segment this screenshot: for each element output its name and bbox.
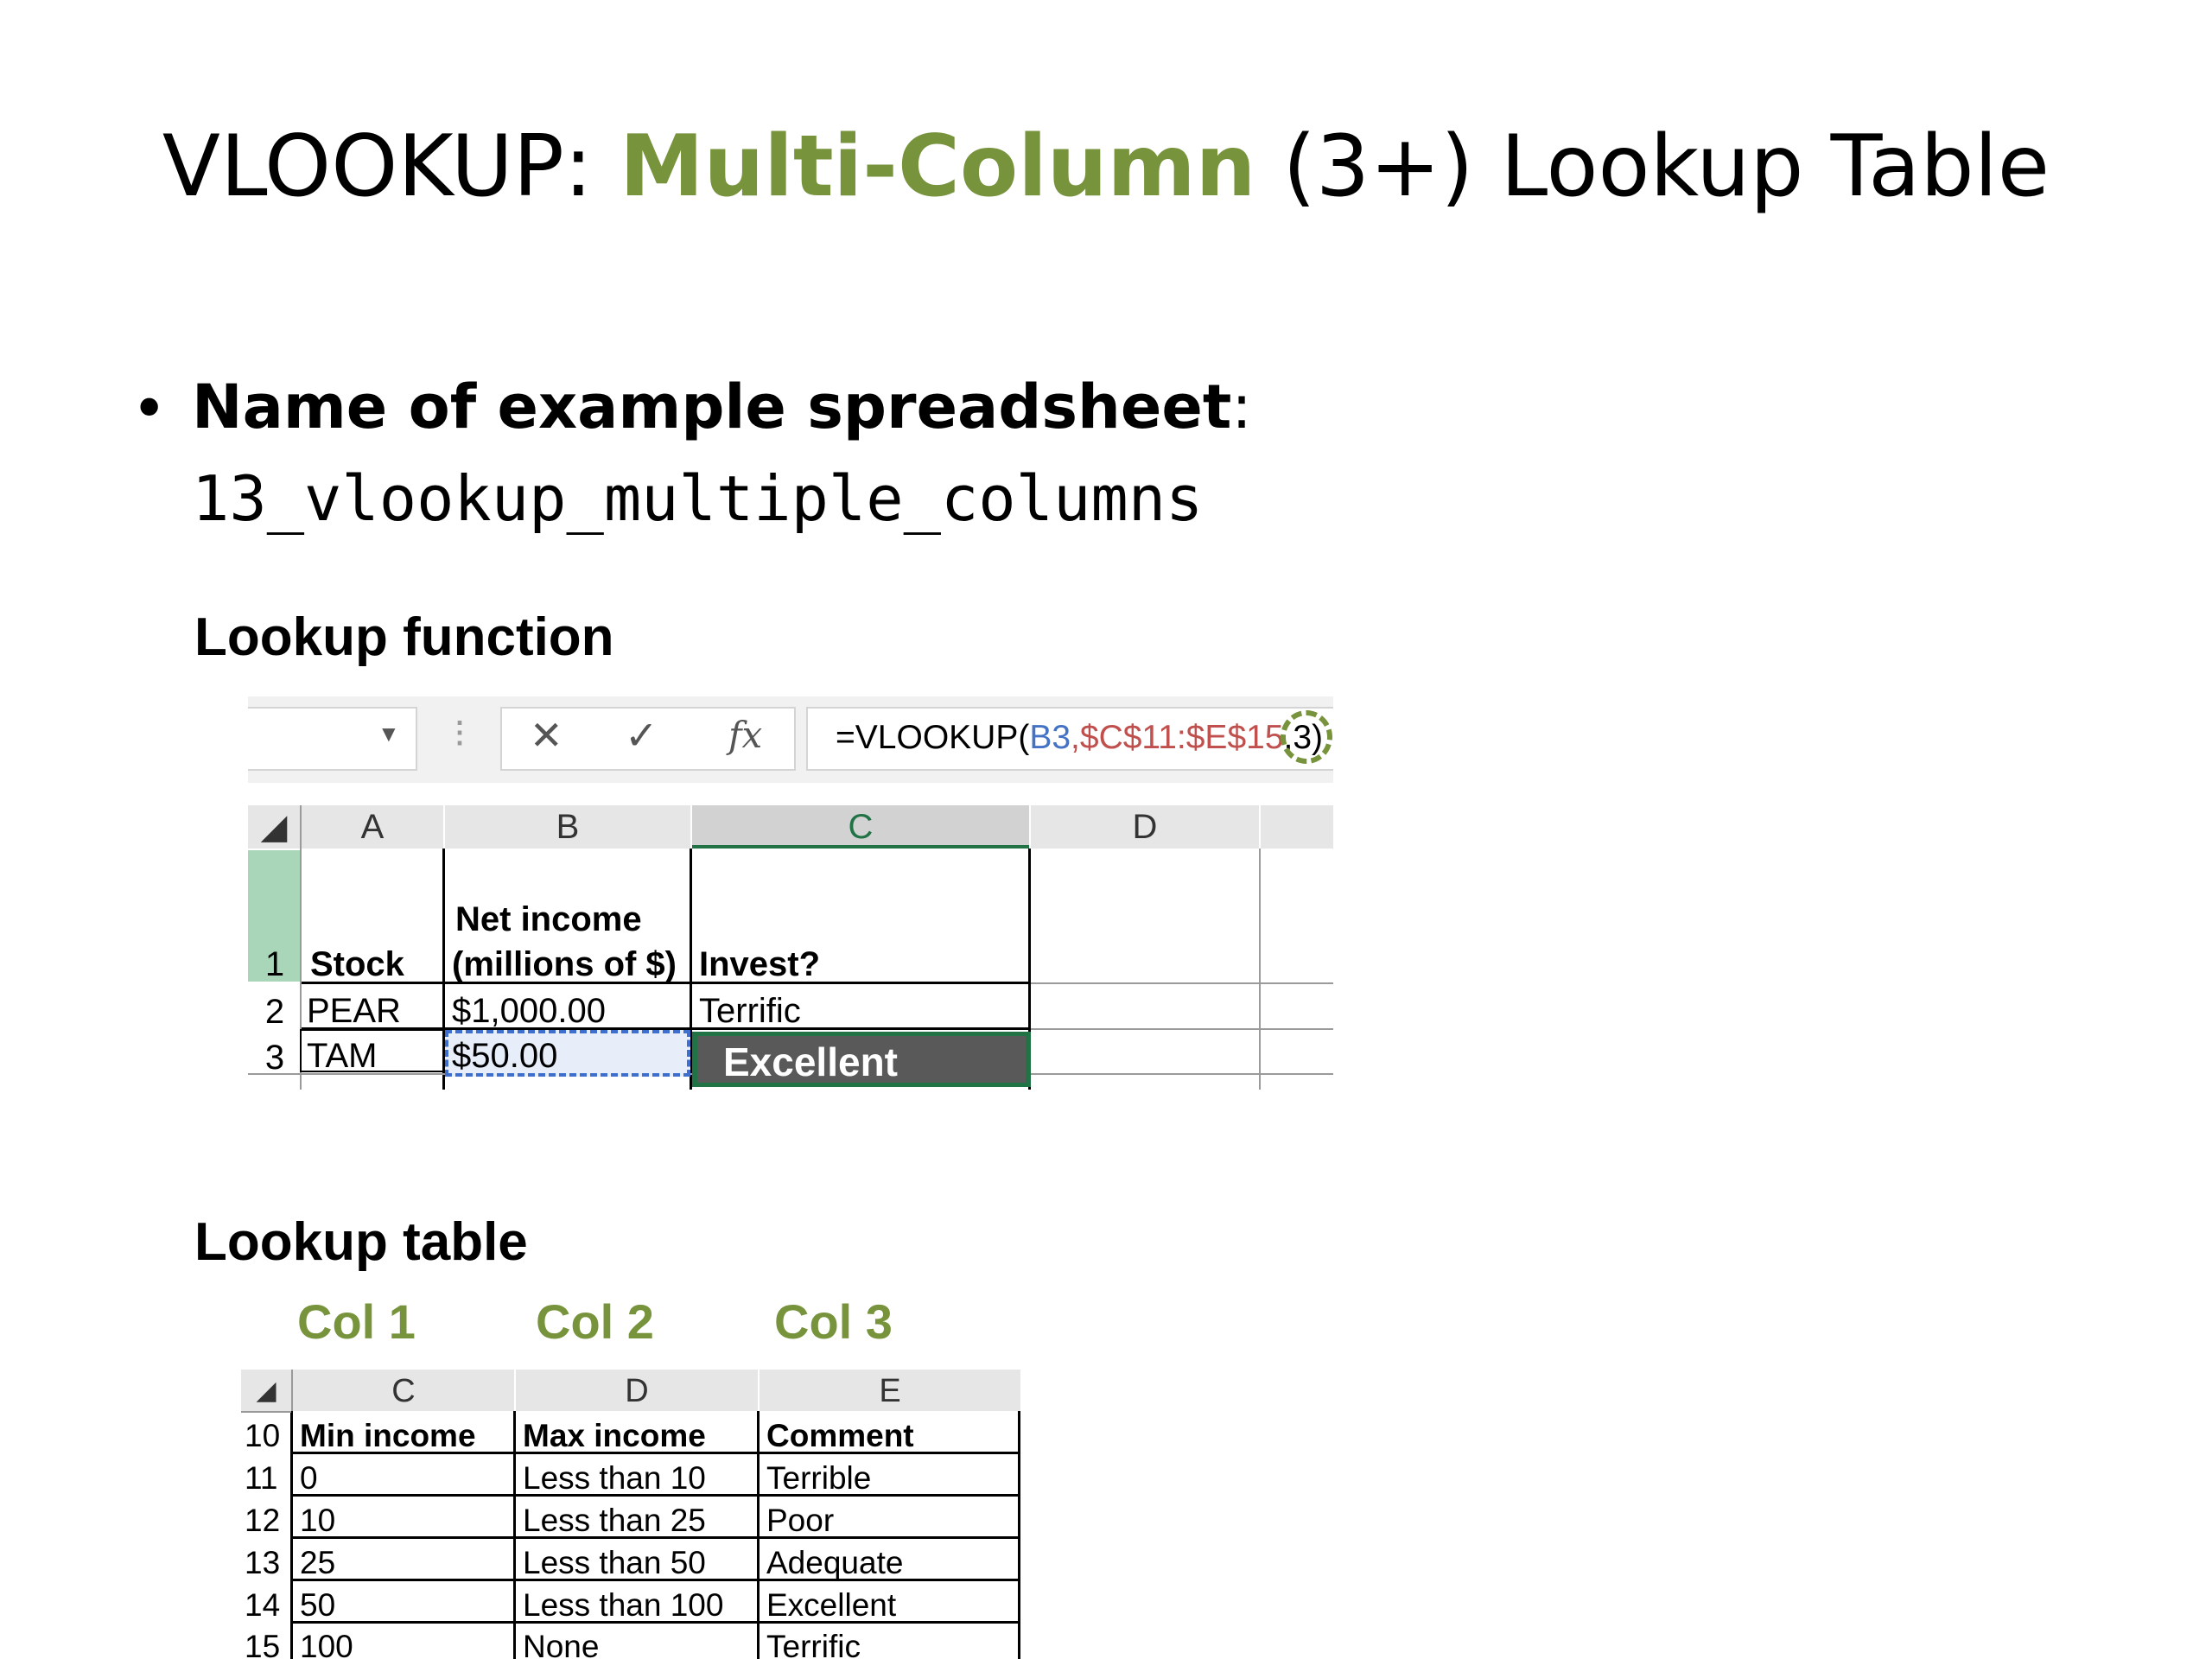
cell-b1-line1[interactable]: Net income (455, 902, 642, 937)
cell-e10[interactable]: Comment (766, 1420, 914, 1452)
cancel-icon[interactable]: ✕ (530, 712, 563, 759)
cell-d10[interactable]: Max income (523, 1420, 706, 1452)
title-prefix: VLOOKUP: (162, 118, 620, 216)
cell-c3: Excellent (723, 1039, 898, 1084)
row-number-3: 3 (264, 1039, 285, 1077)
cell-d12[interactable]: Less than 25 (523, 1504, 706, 1536)
column-header-c[interactable]: C (293, 1370, 514, 1411)
cell-b3[interactable]: $50.00 (452, 1039, 557, 1073)
excel-lookup-table-screenshot: ◢ C D E 10 Min income Max income Comment… (241, 1370, 1033, 1659)
cell-c2[interactable]: Terrific (699, 994, 801, 1028)
row-number-10: 10 (245, 1418, 281, 1453)
cell-d14[interactable]: Less than 100 (523, 1589, 723, 1621)
column-header-c[interactable]: C (692, 805, 1029, 849)
column-header-a[interactable]: A (302, 805, 443, 849)
cell-c14[interactable]: 50 (300, 1589, 335, 1621)
cell-d15[interactable]: None (523, 1630, 599, 1659)
column-header-d[interactable]: D (516, 1370, 758, 1411)
select-all-corner[interactable]: ◢ (248, 805, 300, 849)
row-number-11: 11 (245, 1460, 278, 1496)
cell-c11[interactable]: 0 (300, 1462, 318, 1494)
bullet-label-text: Name of example spreadsheet (192, 372, 1232, 442)
cell-b2[interactable]: $1,000.00 (452, 994, 606, 1028)
col-label-2: Col 2 (536, 1294, 654, 1349)
heading-lookup-table: Lookup table (194, 1212, 528, 1272)
cell-c12[interactable]: 10 (300, 1504, 335, 1536)
title-accent: Multi-Column (619, 118, 1256, 216)
cell-a1[interactable]: Stock (310, 947, 404, 982)
formula-comma: , (1071, 719, 1080, 756)
column-header-e[interactable]: E (760, 1370, 1020, 1411)
row-number-12: 12 (245, 1503, 281, 1538)
formula-ref-table-range: $C$11:$E$15 (1079, 719, 1284, 756)
column-header-d[interactable]: D (1031, 805, 1259, 849)
column-header-e[interactable] (1261, 805, 1333, 849)
cell-c10[interactable]: Min income (300, 1420, 476, 1452)
cell-e15[interactable]: Terrific (766, 1630, 861, 1659)
cell-c15[interactable]: 100 (300, 1630, 353, 1659)
enter-check-icon[interactable]: ✓ (625, 712, 658, 759)
row-number-1: 1 (264, 945, 285, 983)
formula-text: =VLOOKUP(B3,$C$11:$E$15,3) (836, 719, 1323, 757)
formula-prefix: =VLOOKUP( (836, 719, 1030, 756)
cell-e11[interactable]: Terrible (766, 1462, 871, 1494)
chevron-down-icon[interactable]: ▼ (378, 721, 400, 747)
cell-e14[interactable]: Excellent (766, 1589, 896, 1621)
heading-lookup-function: Lookup function (194, 607, 614, 667)
cell-d11[interactable]: Less than 10 (523, 1462, 706, 1494)
cell-a2[interactable]: PEAR (307, 994, 401, 1028)
col-label-3: Col 3 (774, 1294, 893, 1349)
cell-c1[interactable]: Invest? (699, 947, 820, 982)
insert-function-icon[interactable]: fx (728, 714, 762, 756)
bullet-colon: : (1231, 372, 1252, 442)
select-all-corner[interactable]: ◢ (241, 1370, 291, 1411)
cell-e12[interactable]: Poor (766, 1504, 834, 1536)
slide-title: VLOOKUP: Multi-Column (3+) Lookup Table (0, 118, 2212, 216)
row-number-14: 14 (245, 1587, 281, 1623)
bullet-label: Name of example spreadsheet: (192, 372, 1252, 442)
bullet-marker: • (131, 373, 168, 444)
separator-icon: ⋮ (445, 716, 474, 749)
cell-e13[interactable]: Adequate (766, 1547, 903, 1579)
highlight-circle-col-index (1281, 710, 1332, 764)
row-number-13: 13 (245, 1545, 281, 1580)
row-number-15: 15 (245, 1629, 281, 1659)
formula-ref-lookup-value: B3 (1029, 719, 1071, 756)
col-label-1: Col 1 (297, 1294, 416, 1349)
title-suffix: (3+) Lookup Table (1255, 118, 2050, 216)
cell-b1-line2[interactable]: (millions of $) (452, 947, 677, 982)
column-header-b[interactable]: B (445, 805, 690, 849)
cell-d13[interactable]: Less than 50 (523, 1547, 706, 1579)
excel-formula-screenshot: ▼ ⋮ ✕ ✓ fx =VLOOKUP(B3,$C$11:$E$15,3) ◢ … (248, 696, 1333, 1090)
row-number-2: 2 (264, 993, 285, 1031)
cell-c13[interactable]: 25 (300, 1547, 335, 1579)
cell-a3[interactable]: TAM (307, 1039, 377, 1073)
spreadsheet-filename: 13_vlookup_multiple_columns (192, 462, 1204, 535)
